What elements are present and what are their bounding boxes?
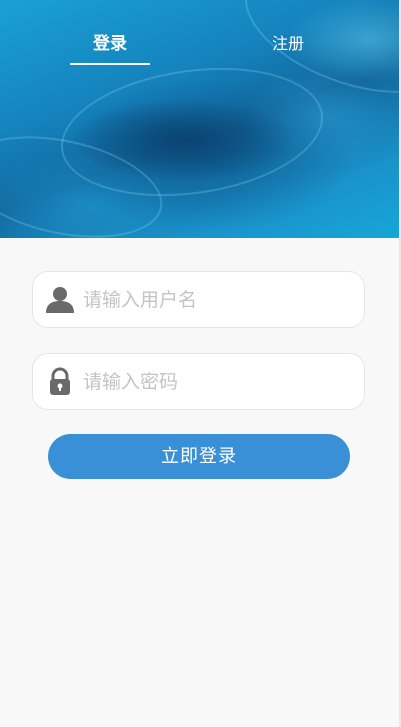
password-input[interactable]: [83, 354, 353, 409]
password-field[interactable]: [32, 353, 365, 410]
username-input[interactable]: [83, 272, 353, 327]
user-icon: [46, 287, 74, 313]
header-banner: 登录 注册: [0, 0, 399, 238]
tab-register[interactable]: 注册: [248, 32, 328, 56]
lock-icon: [50, 367, 70, 395]
tab-active-indicator: [70, 63, 150, 65]
tab-login[interactable]: 登录: [70, 32, 150, 56]
username-field[interactable]: [32, 271, 365, 328]
login-button[interactable]: 立即登录: [48, 434, 350, 479]
